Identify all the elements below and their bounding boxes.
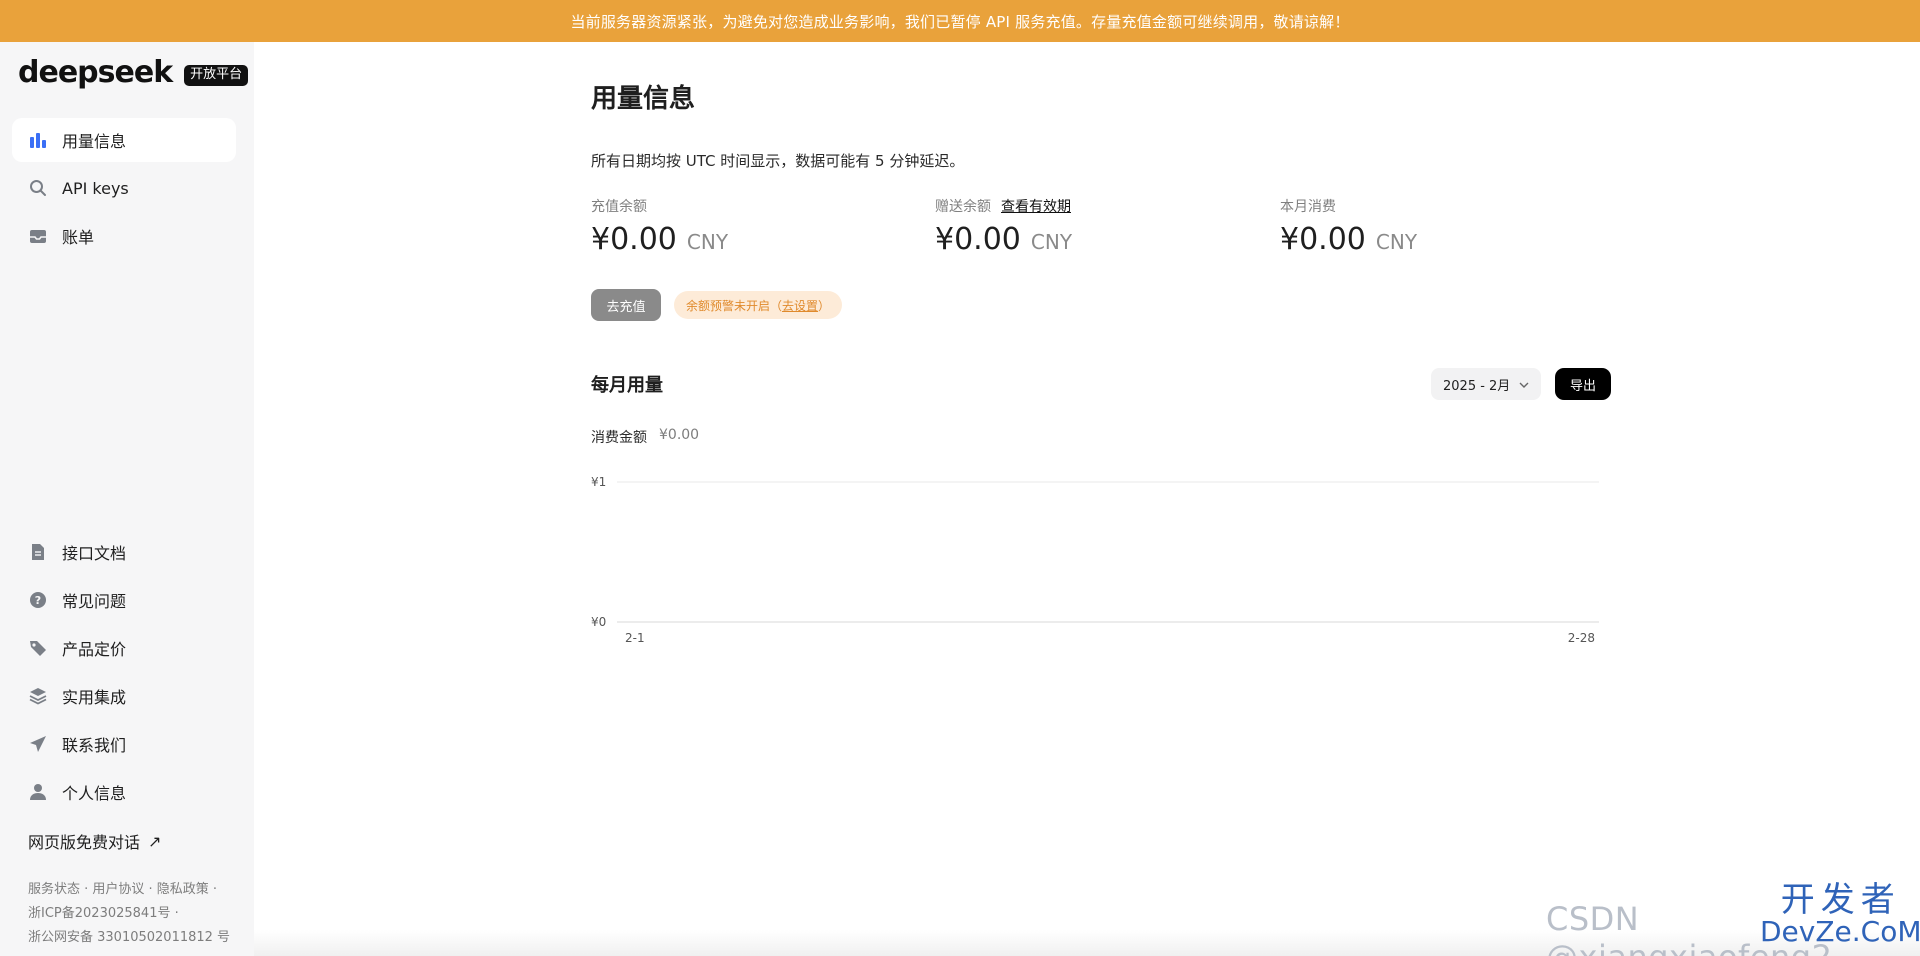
sidebar-item-docs[interactable]: 接口文档 (12, 530, 236, 574)
svg-text:?: ? (35, 594, 41, 607)
stat-unit: CNY (1030, 230, 1073, 254)
sidebar-item-label: API keys (62, 178, 129, 198)
announcement-text: 当前服务器资源紧张，为避免对您造成业务影响，我们已暂停 API 服务充值。存量充… (570, 12, 1350, 31)
police-record[interactable]: 浙公网安备 33010502011812 号 (28, 926, 230, 950)
document-icon (28, 542, 48, 562)
consumption-summary: 消费金额 ¥0.00 (591, 427, 699, 447)
alert-settings-link[interactable]: 去设置 (782, 297, 818, 314)
sidebar-item-label: 常见问题 (62, 592, 127, 611)
sidebar-item-label: 个人信息 (62, 784, 127, 803)
consumption-value: ¥0.00 (659, 427, 700, 443)
footer-links[interactable]: 服务状态 · 用户协议 · 隐私政策 · (28, 878, 230, 902)
x-tick-label: 2-1 (625, 631, 645, 645)
sidebar-item-label: 接口文档 (62, 544, 127, 563)
sidebar-item-contact[interactable]: 联系我们 (12, 722, 236, 766)
stat-label: 赠送余额 (935, 199, 991, 215)
stat-gift-balance: 赠送余额 查看有效期 ¥0.00 CNY (935, 196, 1265, 257)
month-select[interactable]: 2025 - 2月 (1431, 368, 1541, 400)
month-select-value: 2025 - 2月 (1443, 378, 1511, 394)
tag-icon (28, 638, 48, 658)
sidebar: deepseek 开放平台 用量信息 API keys 账单 接口文档 ? 常见… (0, 42, 254, 956)
web-chat-link[interactable]: 网页版免费对话 ↗ (28, 829, 161, 853)
chevron-down-icon (1519, 378, 1529, 391)
y-tick-label: ¥0 (591, 615, 606, 629)
monthly-usage-title: 每月用量 (591, 375, 663, 396)
stat-value: ¥0.00 (935, 222, 1021, 257)
stat-unit: CNY (1375, 230, 1418, 254)
sidebar-item-label: 账单 (62, 228, 95, 247)
icp-record[interactable]: 浙ICP备2023025841号 · (28, 902, 230, 926)
sidebar-item-usage[interactable]: 用量信息 (12, 118, 236, 162)
timezone-note: 所有日期均按 UTC 时间显示，数据可能有 5 分钟延迟。 (591, 152, 965, 170)
balance-alert-badge: 余额预警未开启（ 去设置 ） (674, 291, 843, 319)
y-tick-label: ¥1 (591, 475, 606, 489)
sidebar-item-integrations[interactable]: 实用集成 (12, 674, 236, 718)
stat-monthly-spend: 本月消费 ¥0.00 CNY (1280, 196, 1610, 257)
user-icon (28, 782, 48, 802)
page-title: 用量信息 (591, 84, 696, 114)
bar-chart-icon (28, 130, 48, 150)
sidebar-item-pricing[interactable]: 产品定价 (12, 626, 236, 670)
web-chat-label: 网页版免费对话 (28, 833, 141, 852)
stat-label: 充值余额 (591, 199, 647, 215)
alert-prefix: 余额预警未开启（ (686, 298, 783, 313)
sidebar-item-label: 产品定价 (62, 640, 127, 659)
stat-value: ¥0.00 (591, 222, 677, 257)
inbox-icon (28, 226, 48, 246)
x-tick-label: 2-28 (1568, 631, 1595, 645)
devze-watermark: 开发者 DevZe.CoM (1760, 880, 1920, 948)
send-icon (28, 734, 48, 754)
sidebar-item-api-keys[interactable]: API keys (12, 166, 236, 210)
sidebar-item-faq[interactable]: ? 常见问题 (12, 578, 236, 622)
stat-topup-balance: 充值余额 ¥0.00 CNY (591, 196, 921, 257)
search-icon (28, 178, 48, 198)
stat-value: ¥0.00 (1280, 222, 1366, 257)
layers-icon (28, 686, 48, 706)
sidebar-item-label: 实用集成 (62, 688, 127, 707)
external-link-icon: ↗ (148, 831, 162, 851)
watermark-bottom-text: DevZe.CoM (1760, 915, 1920, 948)
question-icon: ? (28, 590, 48, 610)
brand-logo: deepseek (18, 55, 173, 90)
consumption-label: 消费金额 (591, 430, 647, 446)
platform-badge: 开放平台 (184, 64, 249, 86)
sidebar-footer: 服务状态 · 用户协议 · 隐私政策 · 浙ICP备2023025841号 · … (28, 878, 230, 950)
sidebar-item-label: 联系我们 (62, 736, 127, 755)
export-button[interactable]: 导出 (1555, 368, 1611, 400)
sidebar-nav-secondary: 接口文档 ? 常见问题 产品定价 实用集成 联系我们 个人信息 (12, 530, 236, 818)
stat-unit: CNY (686, 230, 729, 254)
alert-suffix: ） (818, 298, 831, 313)
recharge-button[interactable]: 去充值 (591, 289, 661, 321)
brand[interactable]: deepseek 开放平台 (18, 55, 249, 90)
sidebar-nav-main: 用量信息 API keys 账单 (12, 118, 236, 262)
usage-chart: ¥1 ¥0 2-1 2-28 (591, 475, 1599, 645)
announcement-banner: 当前服务器资源紧张，为避免对您造成业务影响，我们已暂停 API 服务充值。存量充… (0, 0, 1920, 42)
view-validity-link[interactable]: 查看有效期 (1001, 196, 1071, 216)
sidebar-item-billing[interactable]: 账单 (12, 214, 236, 258)
stat-label: 本月消费 (1280, 199, 1336, 215)
watermark-top-text: 开发者 (1780, 880, 1901, 920)
sidebar-item-profile[interactable]: 个人信息 (12, 770, 236, 814)
sidebar-item-label: 用量信息 (62, 132, 127, 151)
